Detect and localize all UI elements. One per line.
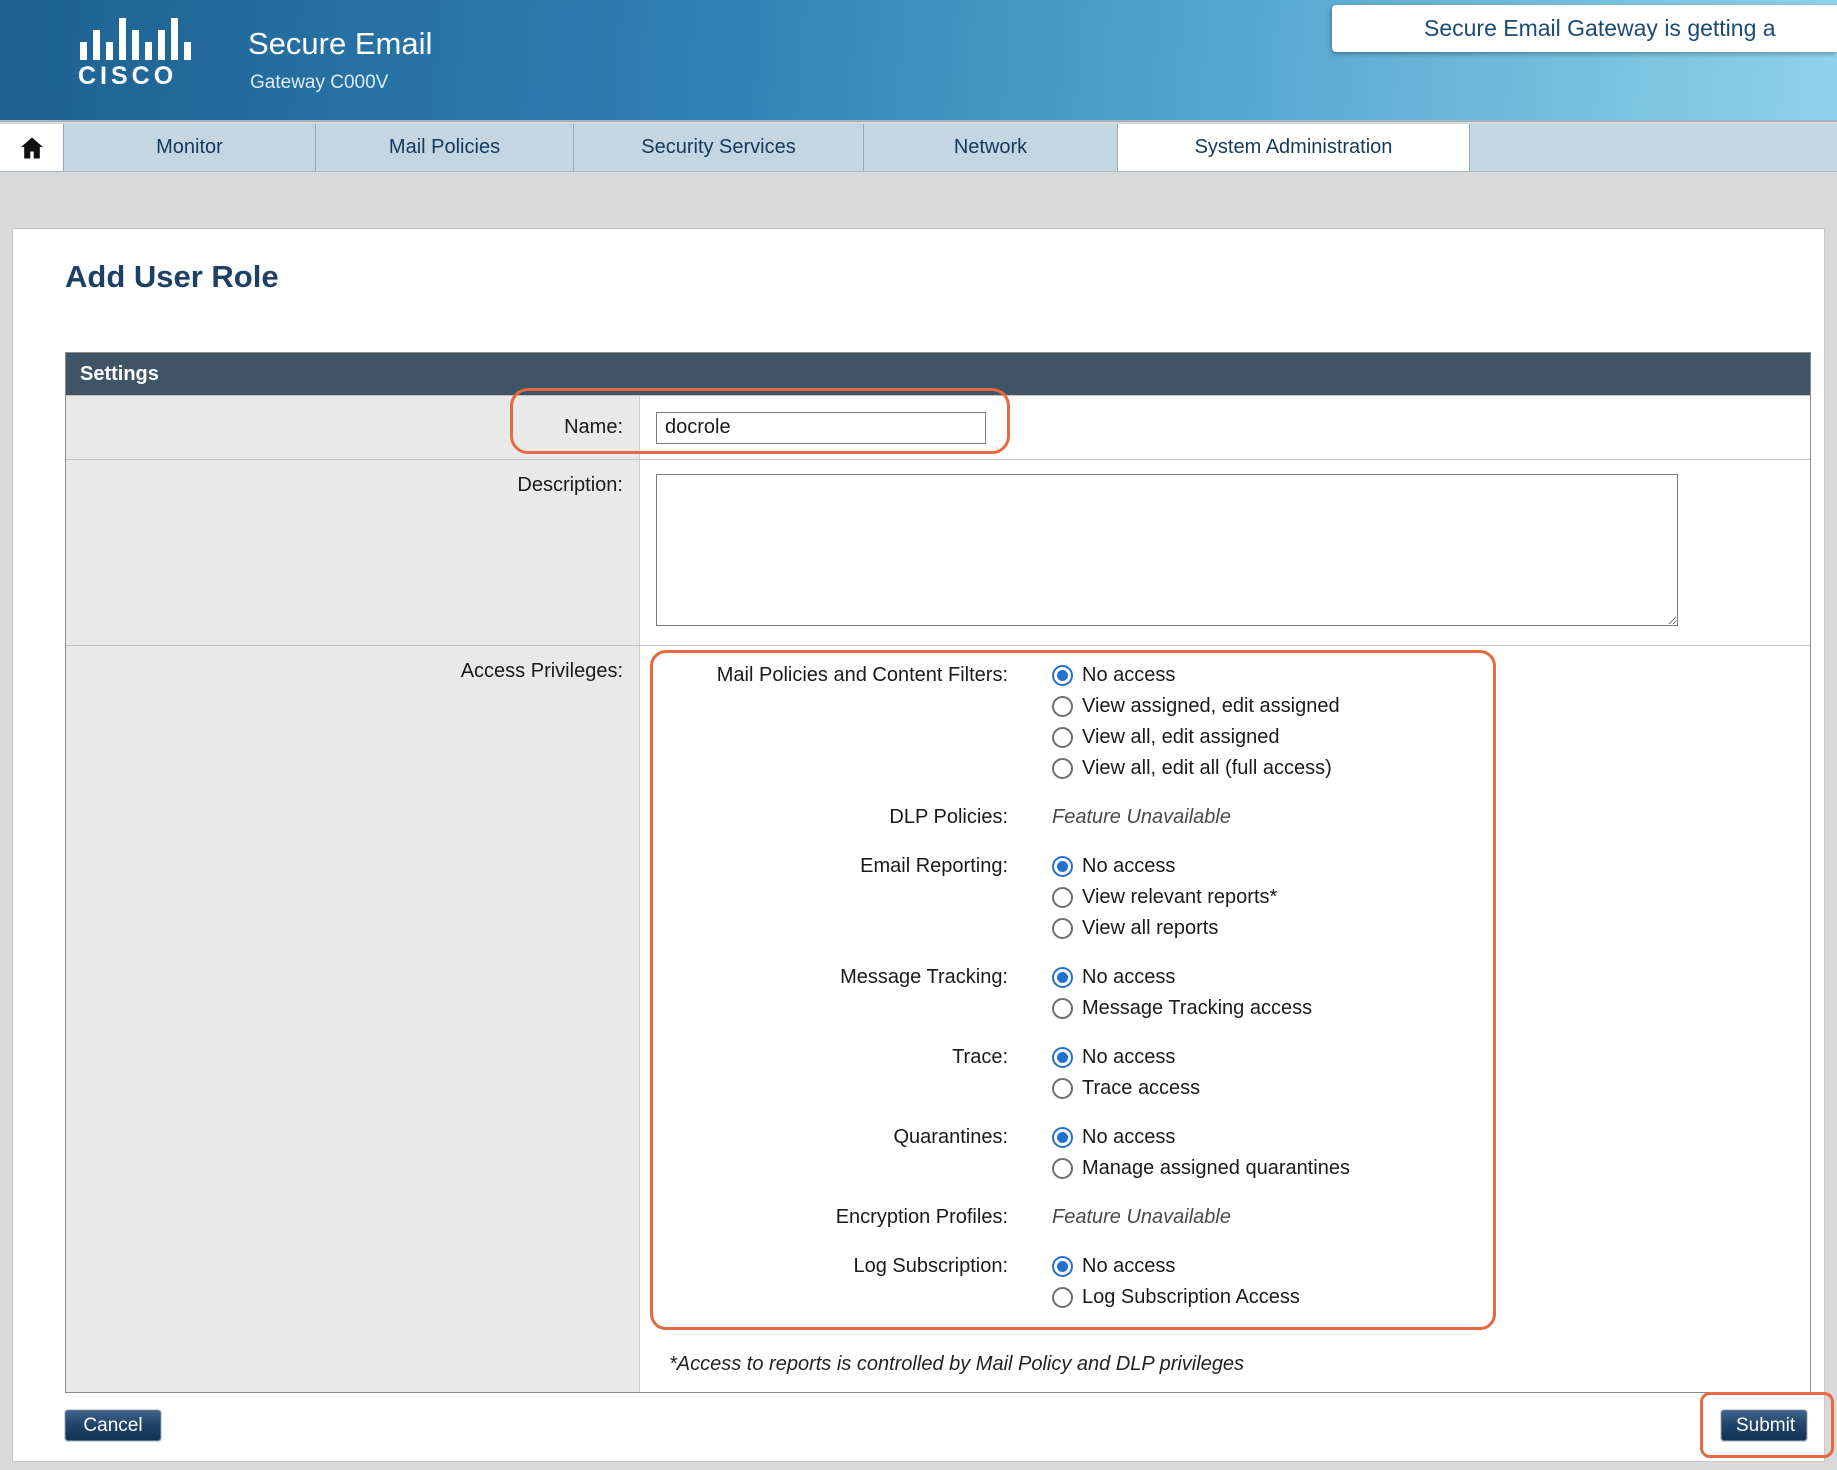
privilege-label: Message Tracking: — [656, 962, 1024, 1024]
home-icon — [18, 134, 46, 162]
description-label: Description: — [66, 460, 640, 645]
radio-unselected-icon[interactable] — [1052, 1287, 1073, 1308]
submit-button[interactable]: Submit — [1721, 1410, 1807, 1441]
feature-unavailable-text: Feature Unavailable — [1052, 1202, 1231, 1233]
radio-unselected-icon[interactable] — [1052, 758, 1073, 779]
radio-unselected-icon[interactable] — [1052, 887, 1073, 908]
app-header: CISCO Secure Email Gateway C000V Secure … — [0, 0, 1837, 122]
radio-selected-icon[interactable] — [1052, 1256, 1073, 1277]
radio-option-no-access[interactable]: No access — [1052, 660, 1340, 691]
nav-filler — [1470, 124, 1837, 171]
radio-unselected-icon[interactable] — [1052, 918, 1073, 939]
radio-unselected-icon[interactable] — [1052, 727, 1073, 748]
main-nav: Monitor Mail Policies Security Services … — [0, 124, 1837, 172]
notification-banner[interactable]: Secure Email Gateway is getting a — [1332, 5, 1837, 52]
reports-footnote: *Access to reports is controlled by Mail… — [669, 1353, 1794, 1376]
privilege-label: Encryption Profiles: — [656, 1202, 1024, 1233]
radio-unselected-icon[interactable] — [1052, 696, 1073, 717]
radio-unselected-icon[interactable] — [1052, 998, 1073, 1019]
privilege-label: DLP Policies: — [656, 802, 1024, 833]
tab-network[interactable]: Network — [864, 124, 1118, 171]
cisco-logo-text: CISCO — [78, 62, 228, 91]
privilege-label: Email Reporting: — [656, 851, 1024, 944]
screen: CISCO Secure Email Gateway C000V Secure … — [0, 0, 1837, 1470]
page-title: Add User Role — [65, 259, 279, 295]
radio-selected-icon[interactable] — [1052, 856, 1073, 877]
name-input[interactable] — [656, 412, 986, 444]
tab-mail-policies[interactable]: Mail Policies — [316, 124, 574, 171]
privilege-group-quarantines: Quarantines: No access Manage assigned q… — [656, 1122, 1794, 1184]
description-row: Description: — [66, 459, 1810, 645]
access-privileges-row: Access Privileges: Mail Policies and Con… — [66, 645, 1810, 1392]
name-label: Name: — [66, 396, 640, 459]
radio-option-trace-access[interactable]: Trace access — [1052, 1073, 1200, 1104]
feature-unavailable-text: Feature Unavailable — [1052, 802, 1231, 833]
cisco-logo-bars-icon — [80, 16, 192, 60]
radio-selected-icon[interactable] — [1052, 967, 1073, 988]
cisco-logo: CISCO — [78, 16, 228, 91]
settings-section-header: Settings — [66, 353, 1810, 395]
privilege-label: Trace: — [656, 1042, 1024, 1104]
privilege-label: Log Subscription: — [656, 1251, 1024, 1313]
product-title: Secure Email — [248, 26, 432, 62]
privilege-group-dlp-policies: DLP Policies: Feature Unavailable — [656, 802, 1794, 833]
radio-option-no-access[interactable]: No access — [1052, 1251, 1300, 1282]
radio-option-view-all-edit-assigned[interactable]: View all, edit assigned — [1052, 722, 1340, 753]
privilege-label: Quarantines: — [656, 1122, 1024, 1184]
privilege-group-message-tracking: Message Tracking: No access Message Trac… — [656, 962, 1794, 1024]
privilege-group-trace: Trace: No access Trace access — [656, 1042, 1794, 1104]
cancel-button[interactable]: Cancel — [65, 1410, 161, 1441]
privilege-group-log-subscription: Log Subscription: No access Log Subscrip… — [656, 1251, 1794, 1313]
description-textarea[interactable] — [656, 474, 1678, 626]
radio-option-view-assigned-edit-assigned[interactable]: View assigned, edit assigned — [1052, 691, 1340, 722]
radio-unselected-icon[interactable] — [1052, 1078, 1073, 1099]
privilege-group-encryption-profiles: Encryption Profiles: Feature Unavailable — [656, 1202, 1794, 1233]
radio-option-manage-assigned-quarantines[interactable]: Manage assigned quarantines — [1052, 1153, 1350, 1184]
product-subtitle: Gateway C000V — [250, 72, 388, 94]
content-card: Add User Role Settings Name: Description… — [12, 228, 1825, 1462]
radio-option-no-access[interactable]: No access — [1052, 962, 1312, 993]
radio-option-message-tracking-access[interactable]: Message Tracking access — [1052, 993, 1312, 1024]
tab-system-administration[interactable]: System Administration — [1118, 124, 1470, 171]
privilege-group-mail-policies: Mail Policies and Content Filters: No ac… — [656, 660, 1794, 784]
radio-option-no-access[interactable]: No access — [1052, 851, 1277, 882]
radio-option-log-subscription-access[interactable]: Log Subscription Access — [1052, 1282, 1300, 1313]
nav-home-button[interactable] — [0, 124, 64, 171]
radio-option-view-relevant-reports[interactable]: View relevant reports* — [1052, 882, 1277, 913]
settings-table: Settings Name: Description: Access Privi… — [65, 352, 1811, 1393]
radio-option-view-all-edit-all[interactable]: View all, edit all (full access) — [1052, 753, 1340, 784]
access-privileges-label: Access Privileges: — [66, 646, 640, 1392]
radio-selected-icon[interactable] — [1052, 665, 1073, 686]
tab-security-services[interactable]: Security Services — [574, 124, 864, 171]
radio-option-view-all-reports[interactable]: View all reports — [1052, 913, 1277, 944]
radio-unselected-icon[interactable] — [1052, 1158, 1073, 1179]
radio-selected-icon[interactable] — [1052, 1047, 1073, 1068]
radio-option-no-access[interactable]: No access — [1052, 1122, 1350, 1153]
radio-selected-icon[interactable] — [1052, 1127, 1073, 1148]
privilege-label: Mail Policies and Content Filters: — [656, 660, 1024, 784]
radio-option-no-access[interactable]: No access — [1052, 1042, 1200, 1073]
privilege-group-email-reporting: Email Reporting: No access View relevant… — [656, 851, 1794, 944]
name-row: Name: — [66, 395, 1810, 459]
tab-monitor[interactable]: Monitor — [64, 124, 316, 171]
